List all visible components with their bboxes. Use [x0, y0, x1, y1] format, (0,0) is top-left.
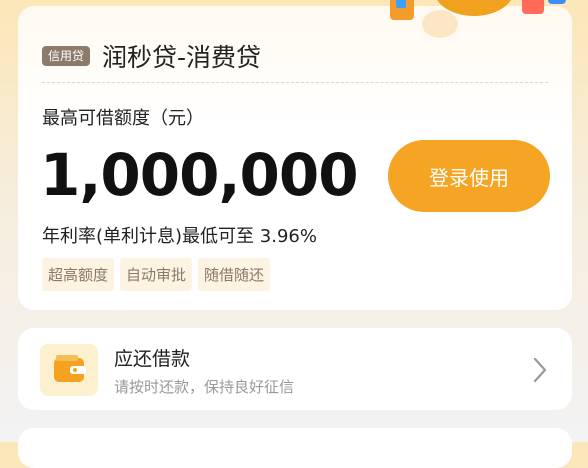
feature-tags: 超高额度 自动审批 随借随还 [42, 258, 271, 291]
product-header: 信用贷 润秒贷-消费贷 [42, 38, 261, 74]
interest-rate-text: 年利率(单利计息)最低可至 3.96% [42, 226, 317, 247]
credit-loan-tag: 信用贷 [42, 46, 91, 66]
divider [42, 82, 548, 83]
product-name: 润秒贷-消费贷 [102, 43, 262, 72]
repay-loan-entry[interactable]: 应还借款 请按时还款，保持良好征信 [18, 328, 572, 410]
next-card [18, 428, 572, 468]
mascot-illustration [390, 0, 566, 38]
feature-tag: 随借随还 [198, 258, 271, 291]
feature-tag: 自动审批 [120, 258, 193, 291]
chevron-right-icon[interactable] [532, 356, 548, 384]
wallet-icon [40, 344, 98, 396]
loan-product-card: 信用贷 润秒贷-消费贷 最高可借额度（元） 1,000,000 登录使用 年利率… [18, 0, 572, 310]
repay-subtitle: 请按时还款，保持良好征信 [114, 378, 295, 396]
repay-title: 应还借款 [114, 348, 191, 370]
limit-value: 1,000,000 [40, 141, 359, 209]
limit-label: 最高可借额度（元） [42, 108, 204, 129]
login-button[interactable]: 登录使用 [388, 140, 550, 212]
feature-tag: 超高额度 [42, 258, 115, 291]
